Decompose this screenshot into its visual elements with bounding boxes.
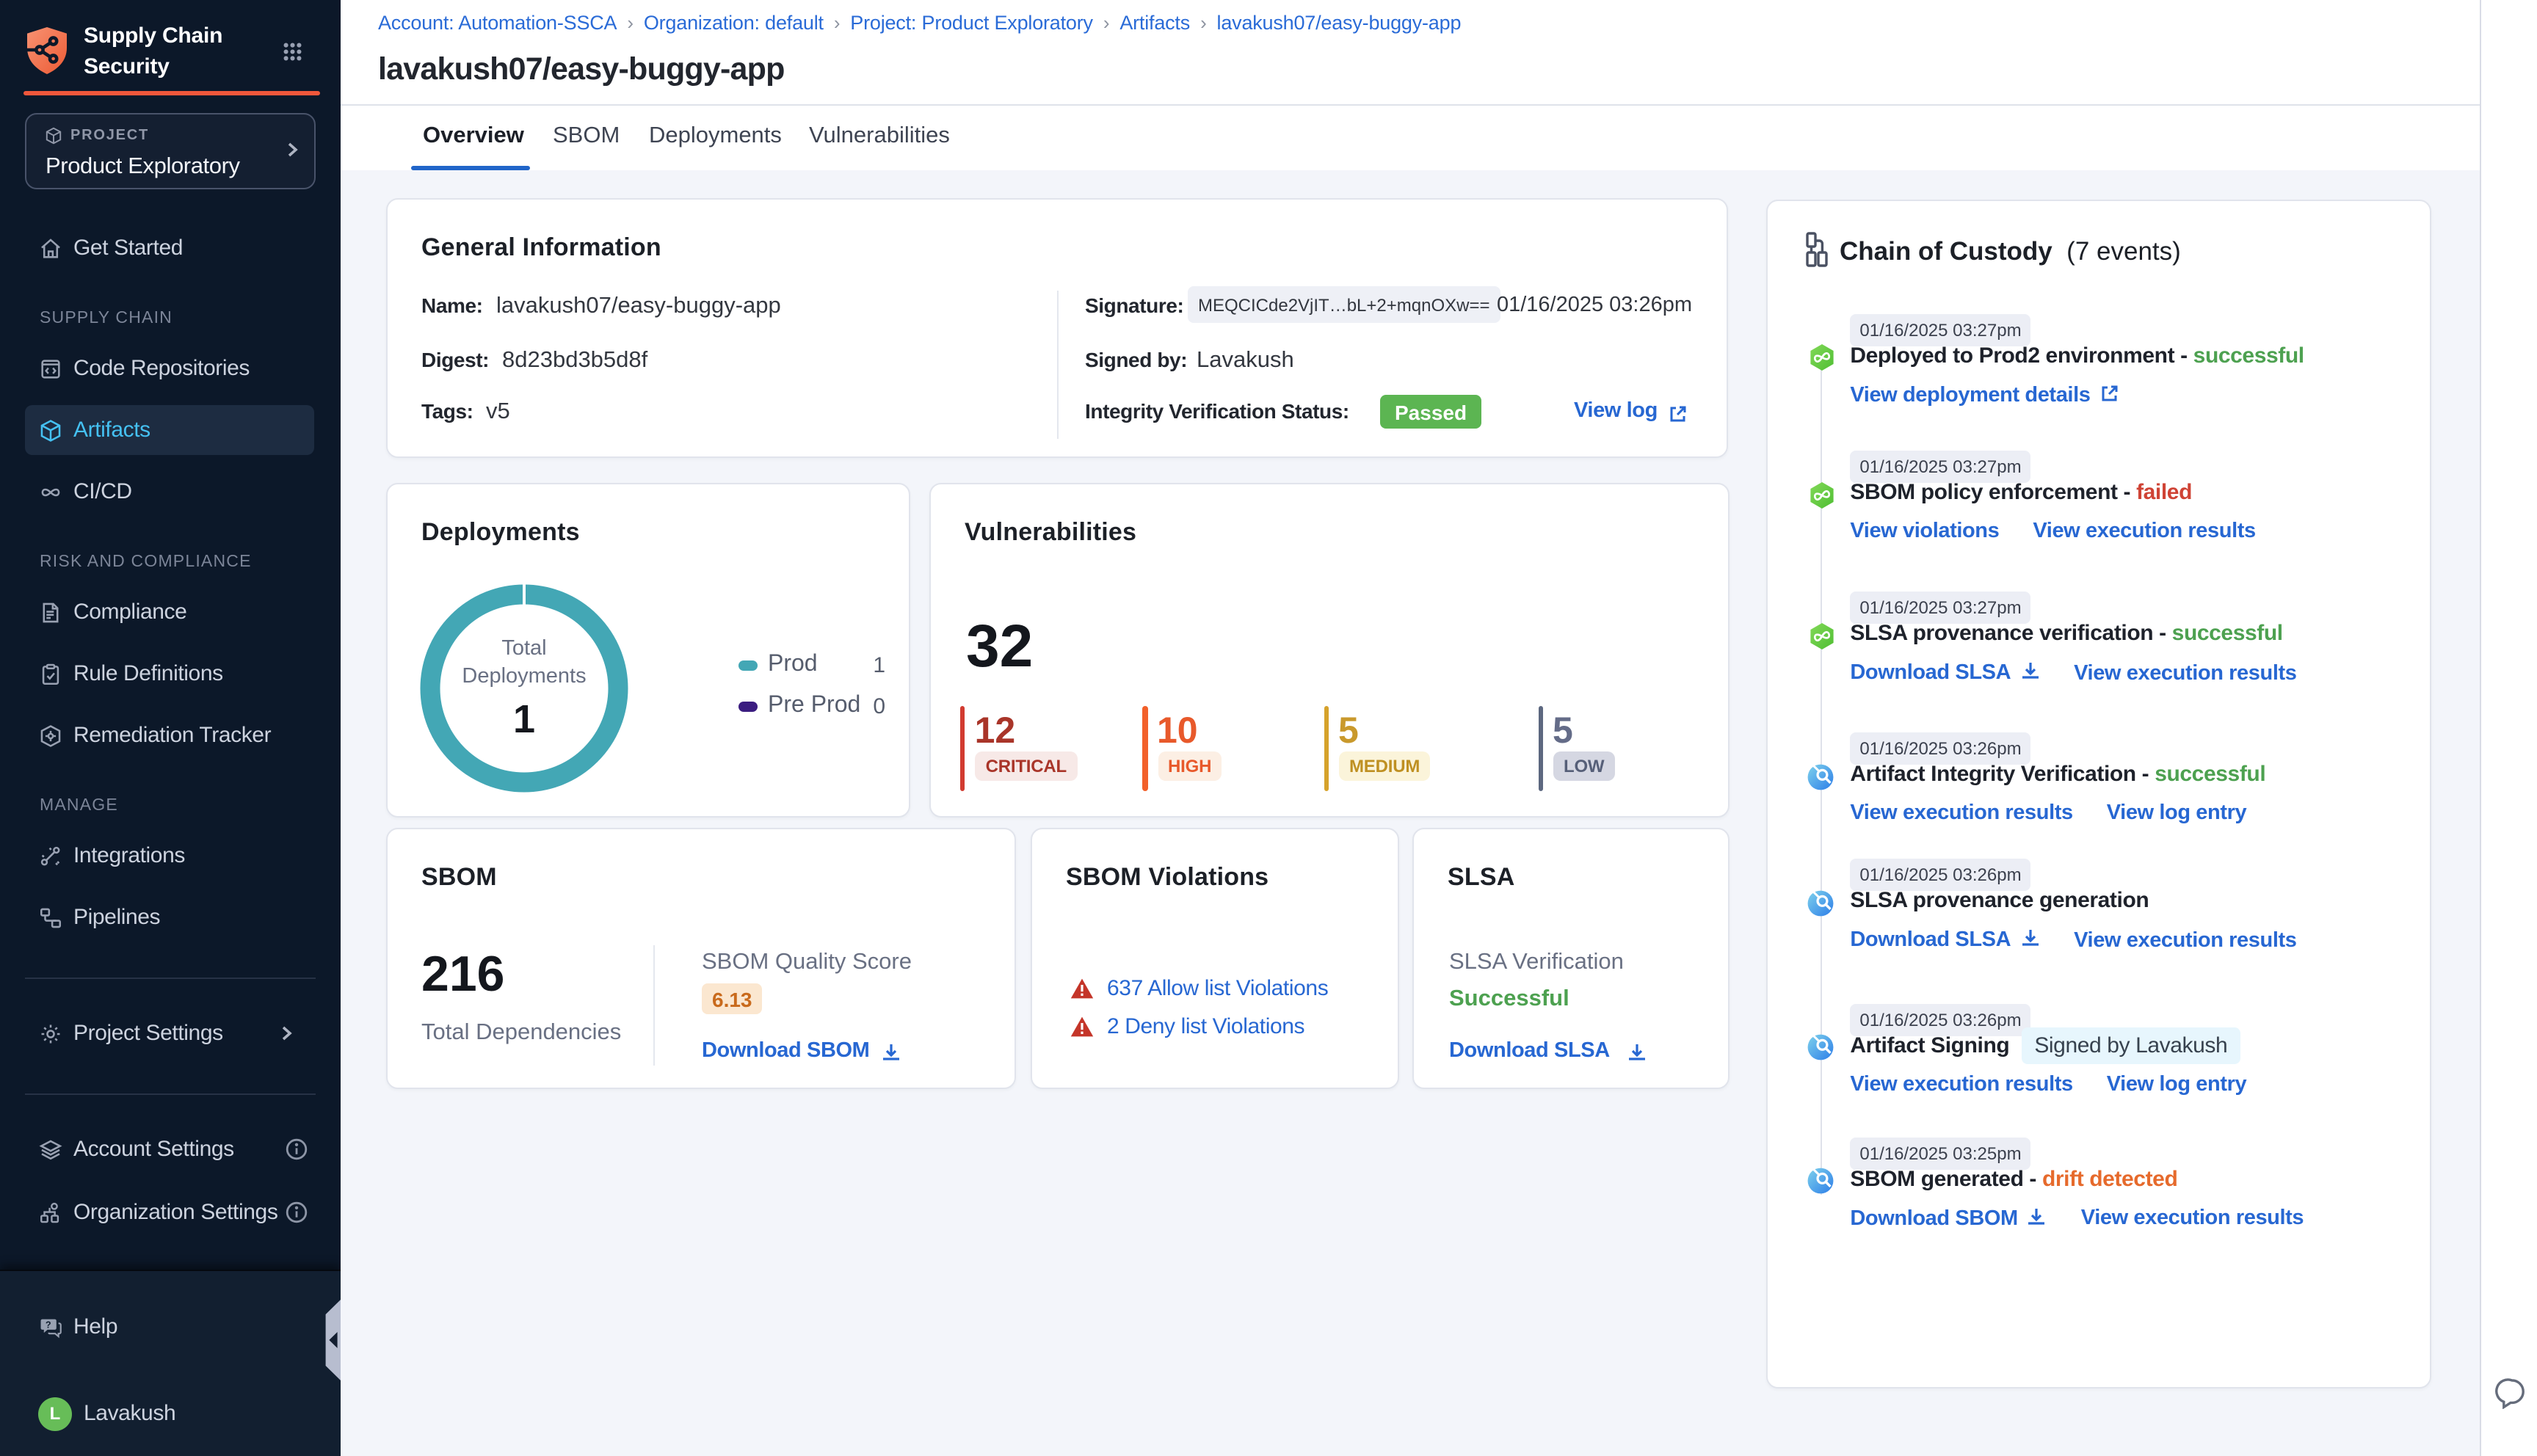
svg-text:?: ? <box>46 1318 51 1329</box>
